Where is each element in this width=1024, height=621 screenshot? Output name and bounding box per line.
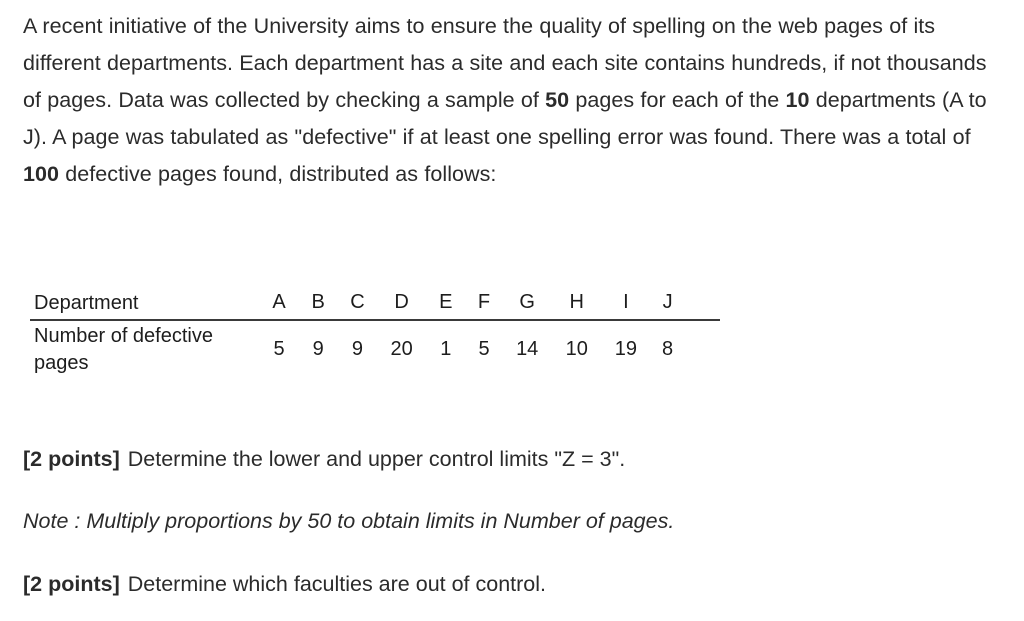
defective-pages-table: Department A B C D E F G H I J Number of… — [30, 286, 720, 378]
table-header-department-d: D — [377, 286, 426, 321]
table-header-department-i: I — [601, 286, 651, 321]
table-header-department-b: B — [298, 286, 338, 321]
question-1: [2 points] Determine the lower and upper … — [23, 444, 625, 474]
table-header-department-j: J — [650, 286, 686, 321]
table-cell-defective-e: 1 — [440, 338, 452, 360]
table-header-department-g: G — [502, 286, 552, 321]
table-header-department-a: A — [259, 286, 299, 321]
defective-pages-table-wrapper: Department A B C D E F G H I J Number of… — [30, 286, 720, 378]
table-cell-defective-d: 20 — [390, 338, 413, 360]
intro-text-part-2: pages for each of the — [569, 88, 786, 112]
question-page: A recent initiative of the University ai… — [0, 0, 1024, 621]
intro-sample-size: 50 — [545, 88, 570, 112]
intro-department-count: 10 — [785, 88, 810, 112]
table-row-defective-pages: Number of defective pages 5 9 9 20 1 5 1… — [30, 320, 720, 378]
problem-statement: A recent initiative of the University ai… — [23, 8, 993, 193]
question-1-points: [2 points] — [23, 447, 120, 471]
table-cell-defective-a: 5 — [273, 338, 285, 360]
table-cell-defective-b: 9 — [312, 338, 324, 360]
table-cell-defective-f: 5 — [478, 338, 490, 360]
question-2-text: Determine which faculties are out of con… — [127, 572, 547, 596]
table-body-rule-extension — [685, 320, 720, 378]
table-header-department-c: C — [337, 286, 378, 321]
table-row-label-department: Department — [30, 286, 260, 321]
question-note-text: Note : Multiply proportions by 50 to obt… — [23, 509, 675, 533]
table-row-label-defective-pages: Number of defective pages — [34, 325, 213, 374]
question-2-points: [2 points] — [23, 572, 120, 596]
question-1-text: Determine the lower and upper control li… — [127, 447, 626, 471]
table-cell-defective-g: 14 — [516, 338, 539, 360]
table-header-department-h: H — [551, 286, 602, 321]
table-cell-defective-c: 9 — [351, 338, 364, 360]
table-cell-defective-h: 10 — [565, 338, 588, 360]
table-cell-defective-j: 8 — [662, 338, 674, 360]
intro-text-part-4: defective pages found, distributed as fo… — [59, 162, 497, 186]
intro-total-defective: 100 — [23, 162, 60, 186]
table-cell-defective-i: 19 — [614, 338, 637, 360]
table-header-rule-extension — [685, 286, 720, 321]
question-note: Note : Multiply proportions by 50 to obt… — [23, 506, 674, 536]
table-row-department-header: Department A B C D E F G H I J — [30, 286, 720, 321]
table-header-department-e: E — [425, 286, 466, 321]
question-2: [2 points] Determine which faculties are … — [23, 569, 546, 599]
table-header-department-f: F — [465, 286, 503, 321]
